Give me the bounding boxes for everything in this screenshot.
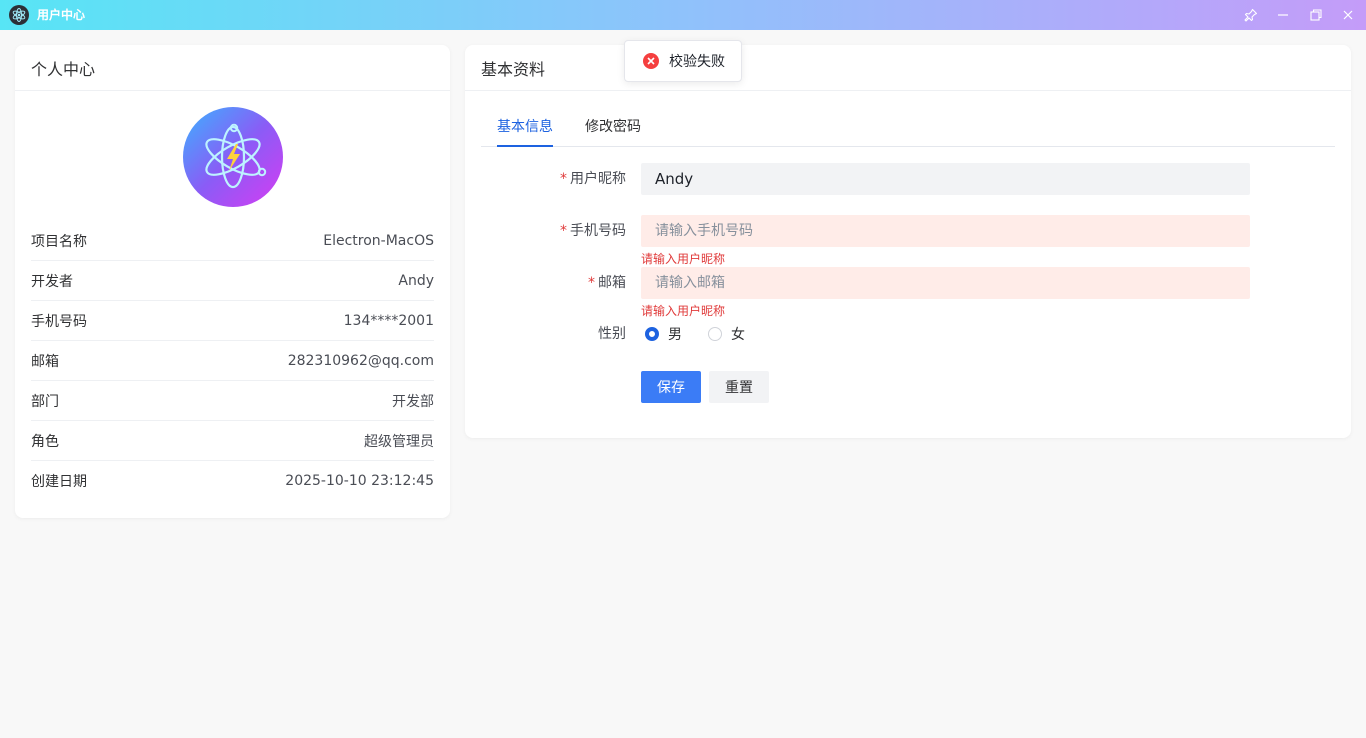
form-row-gender: 性别 男 女 xyxy=(465,318,1351,350)
info-row-project: 项目名称 Electron-MacOS xyxy=(31,221,434,261)
info-value: 开发部 xyxy=(392,393,434,410)
form-row-nickname: * 用户昵称 xyxy=(465,163,1351,195)
electron-logo-icon xyxy=(9,5,29,25)
info-value: 282310962@qq.com xyxy=(287,352,434,369)
required-mark: * xyxy=(560,171,567,187)
phone-error-message: 请输入用户昵称 xyxy=(641,252,726,266)
info-label: 开发者 xyxy=(31,273,73,290)
radio-label: 女 xyxy=(731,327,745,343)
profile-card-title: 个人中心 xyxy=(15,45,450,91)
info-row-developer: 开发者 Andy xyxy=(31,261,434,301)
info-value: 超级管理员 xyxy=(364,433,434,450)
phone-label: * 手机号码 xyxy=(560,223,626,239)
profile-info-list: 项目名称 Electron-MacOS 开发者 Andy 手机号码 134***… xyxy=(31,221,434,501)
info-row-email: 邮箱 282310962@qq.com xyxy=(31,341,434,381)
info-label: 创建日期 xyxy=(31,474,87,490)
info-label: 手机号码 xyxy=(31,313,87,330)
email-error-message: 请输入用户昵称 xyxy=(641,304,726,318)
pin-icon[interactable] xyxy=(1242,6,1260,24)
info-row-department: 部门 开发部 xyxy=(31,381,434,421)
info-row-phone: 手机号码 134****2001 xyxy=(31,301,434,341)
error-icon xyxy=(643,53,659,69)
radio-checked-icon xyxy=(645,327,659,341)
avatar xyxy=(183,107,283,207)
tab-basic-info[interactable]: 基本信息 xyxy=(497,111,553,147)
minimize-icon[interactable] xyxy=(1274,6,1292,24)
reset-button[interactable]: 重置 xyxy=(709,371,769,403)
error-toast: 校验失败 xyxy=(624,40,742,82)
electron-atom-icon xyxy=(183,107,283,207)
info-label: 部门 xyxy=(31,393,59,410)
required-mark: * xyxy=(560,223,567,239)
form-row-phone: *手机号码 请输入用户昵称 xyxy=(465,215,1351,266)
info-value: 2025-10-10 23:12:45 xyxy=(285,473,434,489)
gender-radio-male[interactable]: 男 xyxy=(645,324,682,344)
basic-info-card: 基本资料 基本信息 修改密码 *用户昵称 *手机号码 请输入用户昵称 *邮箱 请… xyxy=(465,45,1351,438)
tab-change-password[interactable]: 修改密码 xyxy=(585,111,641,147)
close-icon[interactable] xyxy=(1339,6,1357,24)
required-mark: * xyxy=(588,275,595,291)
info-label: 角色 xyxy=(31,433,59,450)
nickname-input[interactable] xyxy=(641,163,1250,195)
window-title: 用户中心 xyxy=(37,8,86,22)
restore-icon[interactable] xyxy=(1307,6,1325,24)
info-label: 邮箱 xyxy=(31,353,59,370)
tab-bar: 基本信息 修改密码 xyxy=(481,111,1335,147)
info-row-role: 角色 超级管理员 xyxy=(31,421,434,461)
gender-label: 性别 xyxy=(598,326,626,342)
info-value: Electron-MacOS xyxy=(323,232,434,249)
info-row-created: 创建日期 2025-10-10 23:12:45 xyxy=(31,461,434,501)
basic-info-card-title: 基本资料 xyxy=(465,45,1351,91)
email-input[interactable] xyxy=(641,267,1250,299)
radio-label: 男 xyxy=(668,327,682,343)
radio-unchecked-icon xyxy=(708,327,722,341)
phone-input[interactable] xyxy=(641,215,1250,247)
gender-radio-female[interactable]: 女 xyxy=(708,324,745,344)
info-label: 项目名称 xyxy=(31,233,87,250)
form-row-email: *邮箱 请输入用户昵称 xyxy=(465,267,1351,318)
gender-radio-group: 男 女 xyxy=(645,318,771,350)
title-bar: 用户中心 xyxy=(0,0,1366,30)
nickname-label: * 用户昵称 xyxy=(560,171,626,187)
save-button[interactable]: 保存 xyxy=(641,371,701,403)
profile-card: 个人中心 项目名称 Electron-MacOS 开发者 Andy 手机号码 1… xyxy=(15,45,450,518)
info-value: 134****2001 xyxy=(343,312,434,329)
email-label: * 邮箱 xyxy=(588,275,626,291)
info-value: Andy xyxy=(398,272,434,289)
toast-message: 校验失败 xyxy=(669,54,725,70)
